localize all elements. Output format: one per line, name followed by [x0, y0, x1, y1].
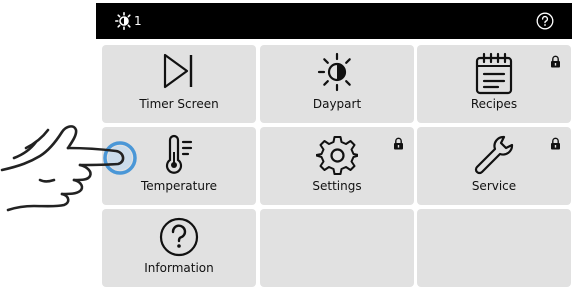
tile-label: Information	[144, 261, 214, 275]
question-circle-icon	[159, 217, 199, 257]
tile-label: Daypart	[312, 97, 362, 111]
thermometer-icon	[165, 134, 193, 174]
tile-label: Settings	[312, 179, 362, 193]
daypart-number: 1	[134, 14, 142, 28]
help-icon[interactable]	[536, 12, 554, 30]
empty-tile	[417, 209, 571, 287]
recipes-tile[interactable]: Recipes	[417, 45, 571, 123]
lock-icon	[394, 137, 403, 150]
tile-label: Service	[471, 179, 517, 193]
play-skip-icon	[163, 53, 193, 89]
information-tile[interactable]: Information	[102, 209, 256, 287]
status-bar: 1	[96, 3, 572, 39]
lock-icon	[551, 55, 560, 68]
notepad-icon	[475, 52, 513, 95]
settings-tile[interactable]: Settings	[260, 127, 414, 205]
tile-label: Recipes	[470, 97, 518, 111]
timer-screen-tile[interactable]: Timer Screen	[102, 45, 256, 123]
tile-label: Timer Screen	[139, 97, 219, 111]
wrench-icon	[474, 135, 514, 175]
daypart-sun-icon	[114, 12, 131, 30]
service-tile[interactable]: Service	[417, 127, 571, 205]
controller-screen: 1 Timer Screen Daypart Recipes Temperatu…	[96, 0, 572, 291]
empty-tile	[260, 209, 414, 287]
lock-icon	[551, 137, 560, 150]
daypart-sun-icon	[317, 52, 351, 92]
daypart-tile[interactable]: Daypart	[260, 45, 414, 123]
gear-icon	[316, 136, 358, 175]
pointing-hand-illustration	[0, 125, 137, 212]
